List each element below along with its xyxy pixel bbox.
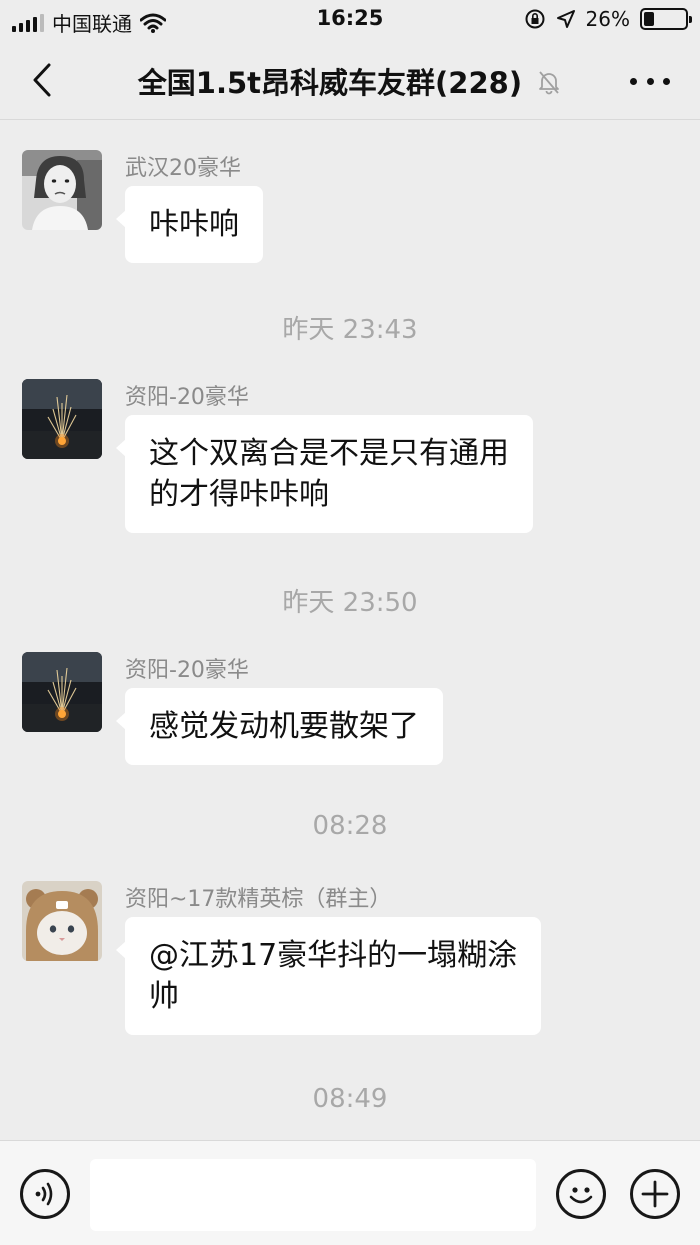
- message-text: @江苏17豪华抖的一塌糊涂 帅: [149, 938, 518, 1014]
- battery-icon: [640, 8, 692, 30]
- avatar[interactable]: [22, 379, 102, 459]
- fireworks-photo-avatar: [22, 379, 102, 459]
- chat-title-wrap: 全国1.5t昂科威车友群(228): [0, 60, 700, 102]
- message-text: 咔咔响: [149, 207, 239, 242]
- sender-name: 武汉20豪华: [125, 156, 241, 181]
- battery-level: [644, 12, 655, 26]
- emoji-icon: [569, 1187, 593, 1204]
- status-bar: 中国联通 16:25 26%: [0, 0, 700, 40]
- location-arrow-icon: [556, 10, 575, 28]
- avatar[interactable]: [22, 881, 102, 961]
- message-item: 资阳-20豪华 感觉发动机要散架了: [22, 652, 682, 772]
- orientation-lock-icon: [525, 9, 545, 29]
- sender-name: 资阳-20豪华: [125, 658, 249, 683]
- time-divider: 08:28: [312, 811, 388, 841]
- fireworks-photo-avatar: [22, 652, 102, 732]
- message-item: 武汉20豪华 咔咔响: [22, 150, 682, 290]
- status-right: 26%: [524, 7, 692, 31]
- message-bubble[interactable]: 咔咔响: [116, 186, 263, 263]
- input-bar: [0, 1140, 700, 1245]
- time-divider: 08:49: [312, 1084, 388, 1114]
- avatar[interactable]: [22, 150, 102, 230]
- avatar[interactable]: [22, 652, 102, 732]
- chat-header: 全国1.5t昂科威车友群(228): [0, 40, 700, 120]
- message-bubble[interactable]: @江苏17豪华抖的一塌糊涂 帅: [115, 917, 542, 1035]
- voice-button[interactable]: [20, 1169, 70, 1219]
- time-divider: 昨天 23:50: [282, 588, 418, 618]
- battery-percent: 26%: [585, 7, 630, 31]
- voice-icon: [35, 1182, 53, 1206]
- time-divider: 昨天 23:43: [282, 315, 418, 345]
- message-text: 这个双离合是不是只有通用 的才得咔咔响: [149, 436, 509, 512]
- emoji-button[interactable]: [556, 1169, 606, 1219]
- plus-icon: [641, 1180, 669, 1208]
- message-bubble[interactable]: 这个双离合是不是只有通用 的才得咔咔响: [116, 415, 533, 533]
- sender-name: 资阳-20豪华: [125, 385, 249, 410]
- chat-title: 全国1.5t昂科威车友群(228): [137, 66, 523, 100]
- message-list[interactable]: 武汉20豪华 咔咔响 昨天 23:43 资阳-20豪华 这个双离合是不是只有通用…: [0, 121, 700, 1140]
- message-text: 感觉发动机要散架了: [149, 709, 419, 744]
- cat-bear-hat-photo-avatar: [22, 881, 102, 961]
- bell-muted-icon: [536, 68, 562, 102]
- more-dots-icon[interactable]: [630, 66, 670, 96]
- message-item: 资阳-20豪华 这个双离合是不是只有通用 的才得咔咔响: [22, 379, 682, 539]
- message-bubble[interactable]: 感觉发动机要散架了: [116, 688, 443, 765]
- message-input[interactable]: [90, 1159, 536, 1231]
- message-item: 资阳~17款精英棕（群主） @江苏17豪华抖的一塌糊涂 帅: [22, 881, 682, 1041]
- sender-name: 资阳~17款精英棕（群主）: [125, 887, 392, 912]
- plus-button[interactable]: [630, 1169, 680, 1219]
- girl-photo-avatar: [22, 150, 102, 230]
